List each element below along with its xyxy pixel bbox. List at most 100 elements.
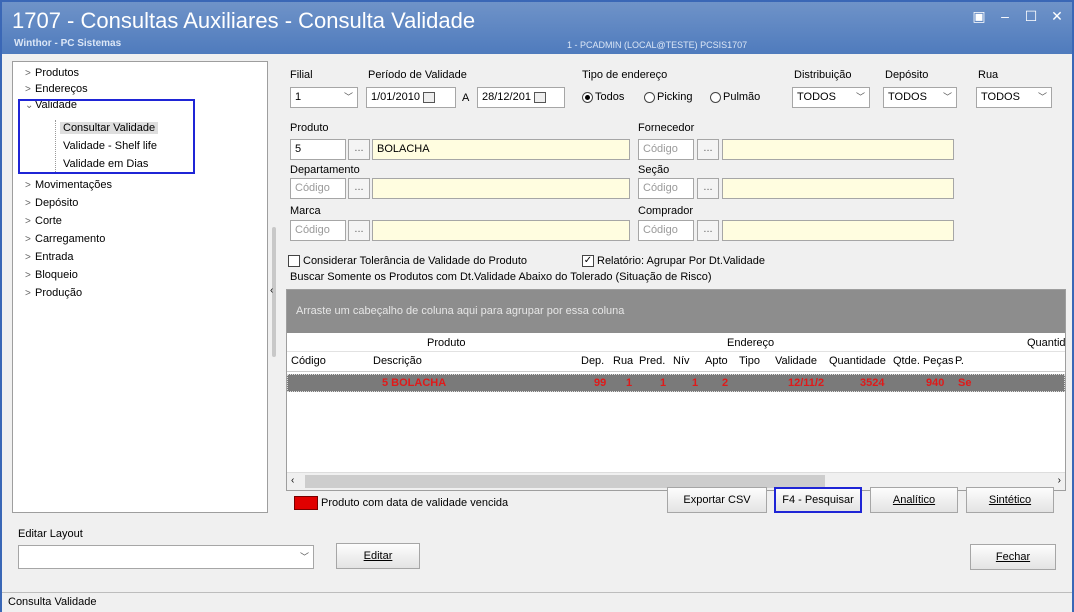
- table-row[interactable]: 5 BOLACHA 99 1 1 1 2 12/11/2 3524 940 Se: [287, 374, 1065, 392]
- relatorio-checkbox[interactable]: ✓ Relatório: Agrupar Por Dt.Validade: [582, 255, 765, 268]
- scroll-left-icon[interactable]: ‹: [291, 475, 294, 486]
- exportar-csv-button[interactable]: Exportar CSV: [667, 487, 767, 513]
- secao-code-field[interactable]: Código: [638, 178, 694, 199]
- layout-group: Editar Layout ﹀ Editar: [12, 526, 435, 588]
- checkbox-icon[interactable]: [288, 255, 300, 268]
- filial-select[interactable]: 1 ﹀: [290, 87, 358, 108]
- departamento-desc-field: [372, 178, 630, 199]
- sintetico-button[interactable]: Sintético: [966, 487, 1054, 513]
- periodo-separator: A: [462, 92, 470, 104]
- col-codigo[interactable]: Código: [291, 355, 326, 367]
- column-headers: Código Descrição Dep. Rua Pred. Nív Apto…: [287, 352, 1065, 372]
- tree-item-enderecos[interactable]: > Endereços: [25, 82, 88, 97]
- tree-item-movimentacoes[interactable]: > Movimentações: [25, 178, 112, 193]
- chevron-right-icon: >: [25, 68, 31, 79]
- comprador-code-field[interactable]: Código: [638, 220, 694, 241]
- tolerancia-checkbox[interactable]: Considerar Tolerância de Validade do Pro…: [288, 255, 527, 268]
- rua-label: Rua: [978, 69, 999, 81]
- radio-todos[interactable]: Todos: [582, 91, 624, 103]
- fornecedor-lookup-button[interactable]: ...: [697, 139, 719, 160]
- pesquisar-button[interactable]: F4 - Pesquisar: [774, 487, 862, 513]
- comprador-lookup-button[interactable]: ...: [697, 220, 719, 241]
- col-qtde-pecas[interactable]: Qtde. Peças: [893, 355, 954, 367]
- produto-code-field[interactable]: 5: [290, 139, 346, 160]
- col-tipo[interactable]: Tipo: [739, 355, 760, 367]
- cell-apto: 2: [722, 377, 729, 389]
- calendar-icon[interactable]: [422, 91, 435, 103]
- marca-code-field[interactable]: Código: [290, 220, 346, 241]
- main-panel: Filial 1 ﹀ Período de Validade 1/01/2010 …: [286, 65, 1066, 520]
- restore-icon[interactable]: ▣: [972, 8, 986, 25]
- minimize-icon[interactable]: –: [998, 8, 1012, 25]
- departamento-code-field[interactable]: Código: [290, 178, 346, 199]
- tree-item-entrada[interactable]: > Entrada: [25, 250, 74, 265]
- window-subtitle: Winthor - PC Sistemas: [14, 38, 122, 49]
- cell-pecas: 940: [926, 377, 945, 389]
- chevron-right-icon: >: [25, 270, 31, 281]
- produto-lookup-button[interactable]: ...: [348, 139, 370, 160]
- status-bar: Consulta Validade: [2, 592, 1072, 612]
- col-niv[interactable]: Nív: [673, 355, 690, 367]
- editar-button[interactable]: Editar: [336, 543, 420, 569]
- col-pred[interactable]: Pred.: [639, 355, 665, 367]
- marca-desc-field: [372, 220, 630, 241]
- band-quantid[interactable]: Quantid: [1027, 337, 1066, 349]
- col-quantidade[interactable]: Quantidade: [829, 355, 886, 367]
- fornecedor-code-field[interactable]: Código: [638, 139, 694, 160]
- periodo-start-field[interactable]: 1/01/2010: [366, 87, 456, 108]
- user-info: 1 - PCADMIN (LOCAL@TESTE) PCSIS1707: [567, 40, 748, 50]
- chevron-down-icon: ﹀: [299, 552, 309, 562]
- chevron-right-icon: >: [25, 180, 31, 191]
- col-rua[interactable]: Rua: [613, 355, 633, 367]
- radio-icon[interactable]: [644, 91, 655, 103]
- tree-item-deposito[interactable]: > Depósito: [25, 196, 78, 211]
- layout-select[interactable]: ﹀: [18, 545, 314, 569]
- tree-item-bloqueio[interactable]: > Bloqueio: [25, 268, 78, 283]
- close-icon[interactable]: ✕: [1050, 8, 1064, 25]
- produto-desc-field: BOLACHA: [372, 139, 630, 160]
- chevron-right-icon: >: [25, 84, 31, 95]
- panel-splitter[interactable]: ‹: [270, 227, 278, 357]
- radio-pulmao[interactable]: Pulmão: [710, 91, 760, 103]
- rua-select[interactable]: TODOS ﹀: [976, 87, 1052, 108]
- cell-validade: 12/11/2: [788, 377, 825, 389]
- chevron-down-icon: ﹀: [343, 92, 353, 102]
- col-validade[interactable]: Validade: [775, 355, 817, 367]
- scroll-right-icon[interactable]: ›: [1058, 475, 1061, 486]
- secao-lookup-button[interactable]: ...: [697, 178, 719, 199]
- radio-icon[interactable]: [710, 91, 721, 103]
- checkmark-icon[interactable]: ✓: [582, 255, 594, 268]
- chevron-down-icon: ﹀: [1037, 92, 1047, 102]
- col-apto[interactable]: Apto: [705, 355, 728, 367]
- tree-item-carregamento[interactable]: > Carregamento: [25, 232, 105, 247]
- calendar-icon[interactable]: [533, 91, 546, 103]
- band-endereco[interactable]: Endereço: [727, 337, 774, 349]
- buscar-tolerado-option[interactable]: Buscar Somente os Produtos com Dt.Valida…: [290, 271, 712, 283]
- fechar-button[interactable]: Fechar: [970, 544, 1056, 570]
- tree-item-corte[interactable]: > Corte: [25, 214, 62, 229]
- col-descricao[interactable]: Descrição: [373, 355, 422, 367]
- col-dep[interactable]: Dep.: [581, 355, 604, 367]
- group-by-area[interactable]: Arraste um cabeçalho de coluna aqui para…: [287, 290, 1065, 333]
- maximize-icon[interactable]: ☐: [1024, 8, 1038, 25]
- analitico-button[interactable]: Analítico: [870, 487, 958, 513]
- marca-lookup-button[interactable]: ...: [348, 220, 370, 241]
- tree-item-producao[interactable]: > Produção: [25, 286, 82, 301]
- legend-color-swatch: [294, 496, 318, 510]
- distribuicao-select[interactable]: TODOS ﹀: [792, 87, 870, 108]
- tree-item-produtos[interactable]: > Produtos: [25, 66, 79, 81]
- deposito-select[interactable]: TODOS ﹀: [883, 87, 957, 108]
- comprador-desc-field: [722, 220, 954, 241]
- col-p[interactable]: P.: [955, 355, 964, 367]
- band-produto[interactable]: Produto: [427, 337, 466, 349]
- chevron-down-icon: ﹀: [942, 92, 952, 102]
- fornecedor-label: Fornecedor: [638, 122, 695, 134]
- window-title: 1707 - Consultas Auxiliares - Consulta V…: [12, 8, 476, 33]
- collapse-left-icon[interactable]: ‹: [270, 285, 273, 296]
- radio-selected-icon[interactable]: [582, 91, 593, 103]
- radio-picking[interactable]: Picking: [644, 91, 692, 103]
- marca-label: Marca: [290, 205, 321, 217]
- departamento-label: Departamento: [290, 164, 360, 176]
- departamento-lookup-button[interactable]: ...: [348, 178, 370, 199]
- periodo-end-field[interactable]: 28/12/201: [477, 87, 565, 108]
